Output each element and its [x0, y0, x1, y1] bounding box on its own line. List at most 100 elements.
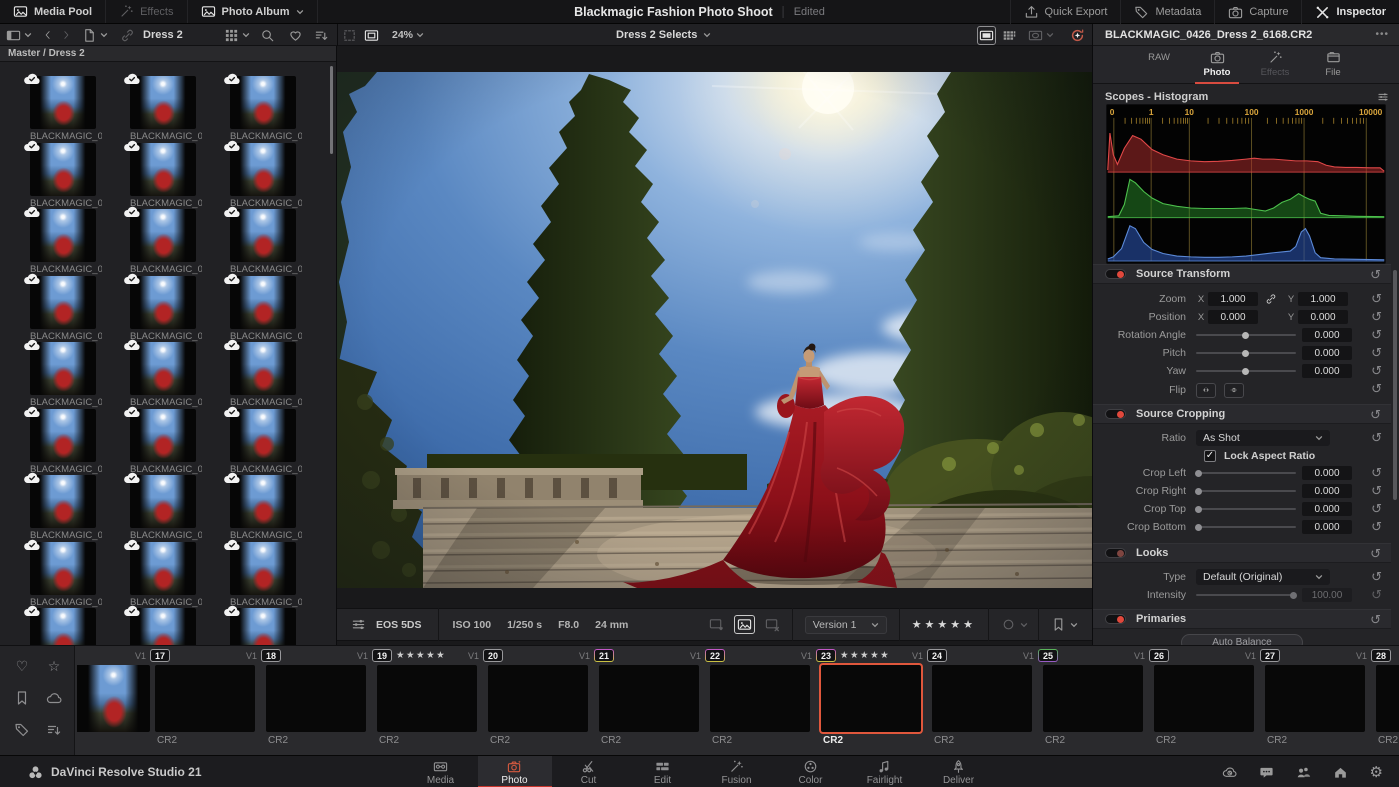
inspector-tab-effects[interactable]: Effects [1253, 50, 1297, 83]
page-tab-photo[interactable]: Photo [477, 756, 552, 787]
page-tab-edit[interactable]: Edit [626, 756, 700, 787]
media-item[interactable]: BLACKMAGIC_042... [224, 472, 330, 542]
media-item[interactable]: BLACKMAGIC_042... [124, 472, 230, 542]
media-item[interactable]: BLACKMAGIC_042... [124, 140, 230, 210]
quick-export-button[interactable]: Quick Export [1009, 0, 1121, 24]
ratio-dropdown[interactable]: As Shot [1196, 430, 1330, 446]
metadata-button[interactable]: Metadata [1120, 0, 1214, 24]
media-thumbnail[interactable] [124, 605, 196, 645]
mask-overlay-button[interactable] [1028, 24, 1054, 46]
settings-gear-icon[interactable]: ⚙ [1370, 763, 1383, 781]
chat-icon[interactable] [1259, 765, 1274, 780]
new-album-button[interactable] [82, 24, 108, 46]
link-button[interactable] [120, 24, 135, 46]
lock-aspect-checkbox[interactable]: ✓ [1204, 449, 1216, 462]
clip-number-badge[interactable]: 18 [261, 649, 282, 662]
yaw-slider[interactable] [1196, 367, 1296, 375]
collaboration-icon[interactable] [1296, 765, 1311, 780]
flip-horizontal-button[interactable] [1196, 382, 1216, 398]
reset-icon[interactable]: ↺ [1371, 520, 1382, 533]
reset-icon[interactable]: ↺ [1371, 484, 1382, 497]
media-thumbnail[interactable] [224, 206, 296, 262]
media-item[interactable]: BLACKMAGIC_042... [24, 406, 130, 476]
star-rating[interactable]: ★★★★★ [912, 618, 976, 631]
clip-thumbnail[interactable] [1376, 665, 1399, 732]
cloud-filter-icon[interactable] [46, 690, 62, 706]
grade-reject-icon[interactable] [765, 617, 780, 632]
filmstrip-clip-27[interactable]: V1 27 CR2 [1245, 646, 1376, 756]
clip-number-badge[interactable]: 26 [1149, 649, 1170, 662]
page-tab-fusion[interactable]: Fusion [700, 756, 774, 787]
pitch-slider[interactable] [1196, 349, 1296, 357]
media-item[interactable]: BLACKMAGIC_042... [24, 140, 130, 210]
link-xy-icon[interactable] [1258, 293, 1284, 305]
media-grid-scrollbar[interactable] [330, 66, 333, 154]
effects-button[interactable]: Effects [106, 0, 188, 23]
zoom-y-field[interactable]: 1.000 [1298, 292, 1348, 306]
clip-number-badge[interactable]: 28 [1371, 649, 1392, 662]
clip-number-badge[interactable]: 22 [705, 649, 725, 662]
media-thumbnail[interactable] [124, 539, 196, 595]
media-item[interactable]: BLACKMAGIC_042... [24, 73, 130, 143]
page-tab-cut[interactable]: Cut [552, 756, 626, 787]
media-item[interactable]: BLACKMAGIC_042... [124, 605, 230, 645]
media-thumbnail[interactable] [24, 605, 96, 645]
reset-icon[interactable]: ↺ [1371, 292, 1382, 305]
reset-icon[interactable]: ↺ [1371, 346, 1382, 359]
histogram-scope[interactable]: 0 1 10 100 1000 10000 [1106, 104, 1386, 264]
sort-filter-icon[interactable] [46, 722, 62, 738]
position-x-field[interactable]: 0.000 [1208, 310, 1258, 324]
media-thumbnail[interactable] [224, 273, 296, 329]
home-icon[interactable] [1333, 765, 1348, 780]
intensity-field[interactable]: 100.00 [1302, 588, 1352, 602]
flip-vertical-button[interactable] [1224, 382, 1244, 398]
clip-thumbnail[interactable] [1154, 665, 1254, 732]
filmstrip-clip-22[interactable]: V1 22 CR2 [690, 646, 821, 756]
yaw-field[interactable]: 0.000 [1302, 364, 1352, 378]
media-thumbnail[interactable] [24, 339, 96, 395]
filmstrip-clip-17[interactable]: V1 17 CR2 [135, 646, 266, 756]
media-thumbnail[interactable] [24, 539, 96, 595]
media-thumbnail[interactable] [24, 73, 96, 129]
source-transform-toggle[interactable] [1105, 269, 1126, 279]
reset-icon[interactable]: ↺ [1371, 382, 1382, 395]
media-thumbnail[interactable] [224, 73, 296, 129]
inspector-tab-raw[interactable]: RAW [1137, 50, 1181, 83]
media-item[interactable]: BLACKMAGIC_042... [224, 539, 330, 609]
page-tab-fairlight[interactable]: Fairlight [848, 756, 922, 787]
favorites-filter-button[interactable] [288, 24, 303, 46]
position-y-field[interactable]: 0.000 [1298, 310, 1348, 324]
enhance-button[interactable] [1070, 24, 1085, 46]
intensity-slider[interactable] [1196, 591, 1297, 599]
transform-tool-button[interactable] [342, 24, 357, 46]
media-thumbnail[interactable] [24, 140, 96, 196]
media-item[interactable]: BLACKMAGIC_042... [124, 273, 230, 343]
crop-right-field[interactable]: 0.000 [1302, 484, 1352, 498]
grade-favorite-icon[interactable] [709, 617, 724, 632]
clip-thumbnail[interactable] [377, 665, 477, 732]
clip-thumbnail[interactable] [1043, 665, 1143, 732]
cloud-sync-icon[interactable] [1222, 765, 1237, 780]
clip-number-badge[interactable]: 17 [150, 649, 171, 662]
bookmark-icon[interactable] [1051, 617, 1066, 632]
single-view-button[interactable] [977, 24, 996, 46]
media-item[interactable]: BLACKMAGIC_042... [24, 339, 130, 409]
tag-filter-icon[interactable] [14, 722, 30, 738]
star-filter-icon[interactable]: ☆ [46, 658, 62, 674]
media-thumbnail[interactable] [24, 472, 96, 528]
media-thumbnail[interactable] [124, 206, 196, 262]
media-item[interactable]: BLACKMAGIC_042... [224, 339, 330, 409]
multi-view-button[interactable] [1002, 24, 1017, 46]
media-thumbnail[interactable] [224, 539, 296, 595]
clip-number-badge[interactable]: 24 [927, 649, 948, 662]
filmstrip-clip-26[interactable]: V1 26 CR2 [1134, 646, 1265, 756]
media-item[interactable]: BLACKMAGIC_042... [24, 605, 130, 645]
zoom-x-field[interactable]: 1.000 [1208, 292, 1258, 306]
crop-bottom-field[interactable]: 0.000 [1302, 520, 1352, 534]
clip-thumbnail-partial[interactable] [77, 665, 150, 732]
media-thumbnail[interactable] [124, 406, 196, 462]
viewer-photo[interactable] [337, 72, 1092, 588]
reset-icon[interactable]: ↺ [1370, 613, 1381, 626]
media-thumbnail[interactable] [24, 206, 96, 262]
rotation-field[interactable]: 0.000 [1302, 328, 1352, 342]
